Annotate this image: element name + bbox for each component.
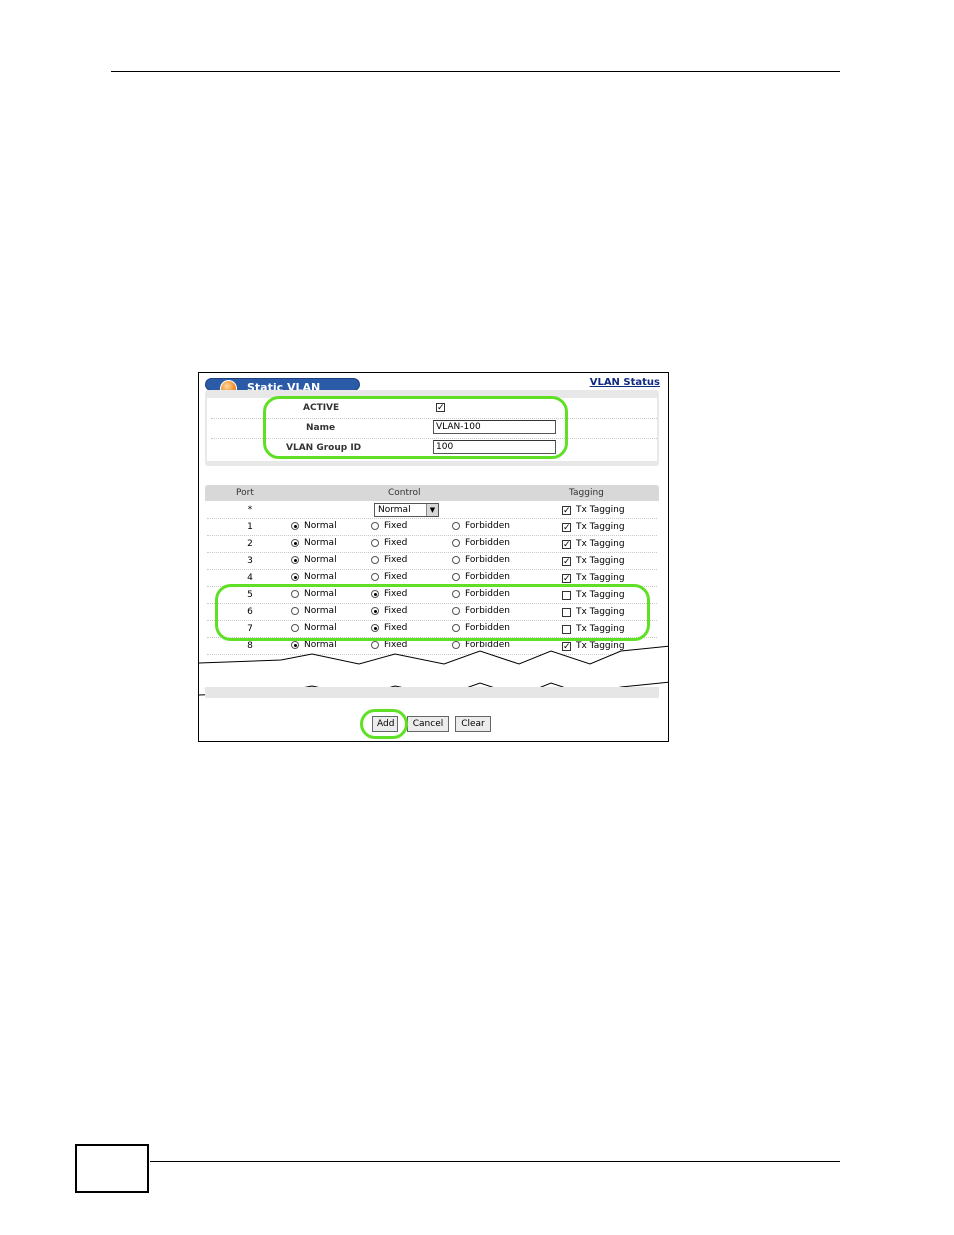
control-select[interactable]: Normal ▼	[374, 503, 439, 517]
fixed-label: Fixed	[384, 555, 408, 565]
forbidden-radio[interactable]	[452, 573, 460, 581]
port-number: 4	[247, 573, 253, 583]
tx-tagging-checkbox[interactable]: ✓	[562, 557, 571, 567]
fixed-radio[interactable]	[371, 556, 379, 564]
fixed-label: Fixed	[384, 538, 408, 548]
forbidden-label: Forbidden	[465, 572, 510, 582]
port-number: 2	[247, 539, 253, 549]
tagging-header: Tagging	[569, 488, 604, 498]
normal-label: Normal	[304, 521, 337, 531]
forbidden-label: Forbidden	[465, 521, 510, 531]
normal-label: Normal	[304, 572, 337, 582]
header-rule	[111, 71, 840, 72]
chevron-down-icon: ▼	[426, 504, 438, 516]
normal-radio[interactable]	[291, 556, 299, 564]
settings-highlight	[263, 396, 568, 459]
footer-rule	[150, 1161, 840, 1162]
port-header: Port	[236, 488, 254, 498]
port-number: *	[247, 505, 253, 515]
tx-tagging-label: Tx Tagging	[576, 539, 625, 549]
forbidden-radio[interactable]	[452, 522, 460, 530]
control-header: Control	[388, 488, 421, 498]
port-number: 3	[247, 556, 253, 566]
tx-tagging-label: Tx Tagging	[576, 505, 625, 515]
port-number: 1	[247, 522, 253, 532]
forbidden-label: Forbidden	[465, 555, 510, 565]
port-row: 2 Normal Fixed Forbidden ✓ Tx Tagging	[207, 536, 657, 553]
normal-radio[interactable]	[291, 573, 299, 581]
fixed-radio[interactable]	[371, 539, 379, 547]
normal-radio[interactable]	[291, 522, 299, 530]
normal-label: Normal	[304, 555, 337, 565]
page-number-box	[75, 1144, 149, 1193]
normal-radio[interactable]	[291, 539, 299, 547]
tx-tagging-checkbox[interactable]: ✓	[562, 540, 571, 550]
tx-tagging-label: Tx Tagging	[576, 556, 625, 566]
port-table-header: Port Control Tagging	[205, 485, 659, 501]
forbidden-radio[interactable]	[452, 556, 460, 564]
table-footer	[205, 687, 659, 698]
port-row: 3 Normal Fixed Forbidden ✓ Tx Tagging	[207, 553, 657, 570]
tx-tagging-label: Tx Tagging	[576, 522, 625, 532]
add-highlight	[360, 709, 408, 739]
forbidden-radio[interactable]	[452, 539, 460, 547]
vlan-status-link[interactable]: VLAN Status	[590, 377, 660, 388]
tx-tagging-checkbox[interactable]: ✓	[562, 523, 571, 533]
forbidden-label: Forbidden	[465, 538, 510, 548]
port-row: 1 Normal Fixed Forbidden ✓ Tx Tagging	[207, 519, 657, 536]
tx-tagging-label: Tx Tagging	[576, 573, 625, 583]
fixed-radio[interactable]	[371, 573, 379, 581]
cancel-button[interactable]: Cancel	[407, 716, 449, 732]
fixed-radio[interactable]	[371, 522, 379, 530]
tx-tagging-checkbox[interactable]: ✓	[562, 574, 571, 584]
control-select-value: Normal	[378, 505, 411, 515]
tx-tagging-checkbox[interactable]: ✓	[562, 506, 571, 516]
fixed-label: Fixed	[384, 572, 408, 582]
static-vlan-screen: Static VLAN VLAN Status ACTIVE ✓ Name VL…	[198, 372, 669, 742]
fixed-label: Fixed	[384, 521, 408, 531]
clear-button[interactable]: Clear	[455, 716, 491, 732]
all-ports-row: * Normal ▼ ✓ Tx Tagging	[207, 502, 657, 519]
normal-label: Normal	[304, 538, 337, 548]
fixed-ports-highlight	[215, 584, 650, 641]
